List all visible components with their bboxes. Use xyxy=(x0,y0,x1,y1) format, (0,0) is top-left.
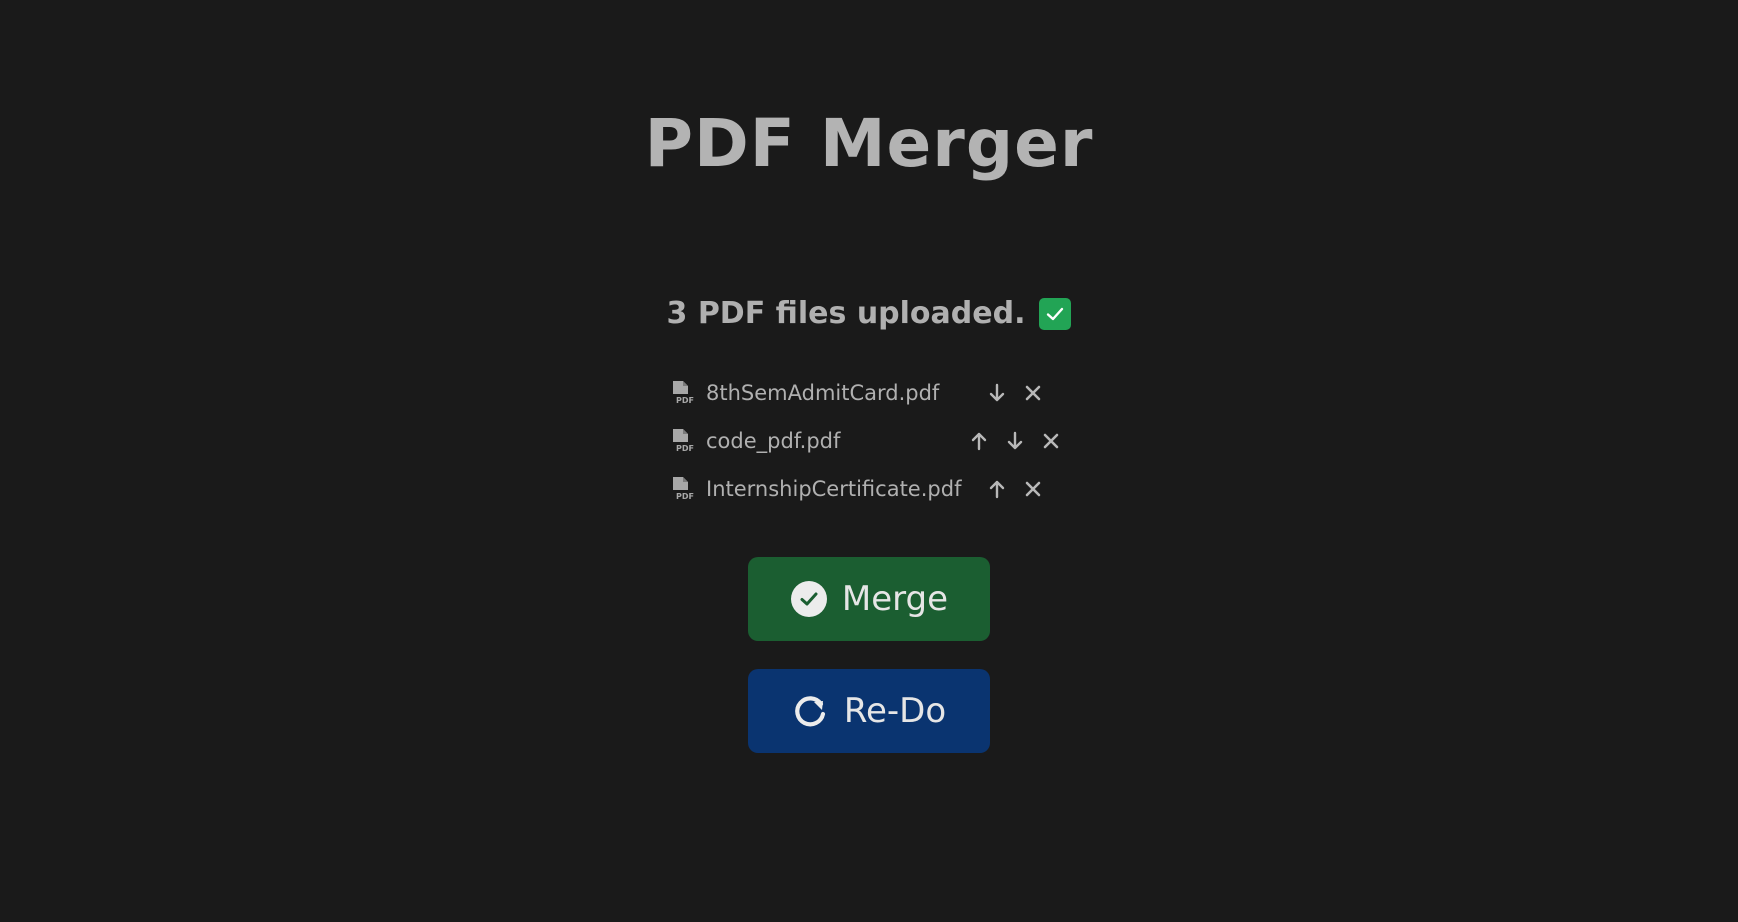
svg-text:PDF: PDF xyxy=(676,444,694,453)
merge-button[interactable]: Merge xyxy=(748,557,990,641)
arrow-down-icon xyxy=(989,383,1005,402)
move-up-button[interactable] xyxy=(983,475,1011,503)
move-down-button[interactable] xyxy=(1001,427,1029,455)
upload-status: 3 PDF files uploaded. xyxy=(0,294,1738,334)
arrow-up-icon xyxy=(989,480,1005,499)
svg-text:PDF: PDF xyxy=(676,492,694,501)
check-box-icon xyxy=(1039,298,1072,330)
file-list: PDF 8thSemAdmitCard.pdf PDF code_pdf.pdf… xyxy=(670,369,1090,513)
list-item: PDF code_pdf.pdf xyxy=(670,417,1090,465)
remove-file-button[interactable] xyxy=(1037,427,1065,455)
list-item: PDF InternshipCertificate.pdf xyxy=(670,465,1090,513)
file-actions xyxy=(983,475,1047,503)
pdf-file-icon: PDF xyxy=(670,379,696,407)
close-icon xyxy=(1025,385,1041,401)
arrow-down-icon xyxy=(1007,431,1023,450)
arrow-up-icon xyxy=(971,432,987,451)
merge-button-label: Merge xyxy=(841,579,949,619)
list-item: PDF 8thSemAdmitCard.pdf xyxy=(670,369,1090,417)
remove-file-button[interactable] xyxy=(1019,475,1047,503)
close-icon xyxy=(1025,481,1041,497)
check-circle-icon xyxy=(790,580,828,618)
move-up-button[interactable] xyxy=(965,427,993,455)
app-root: PDF Merger 3 PDF files uploaded. PDF 8th… xyxy=(0,0,1738,922)
pdf-file-icon: PDF xyxy=(670,475,696,503)
file-name: 8thSemAdmitCard.pdf xyxy=(706,381,940,405)
redo-button[interactable]: Re-Do xyxy=(748,669,990,753)
move-down-button[interactable] xyxy=(983,379,1011,407)
redo-icon xyxy=(792,692,830,730)
upload-status-text: 3 PDF files uploaded. xyxy=(666,296,1026,331)
remove-file-button[interactable] xyxy=(1019,379,1047,407)
file-name: code_pdf.pdf xyxy=(706,429,841,453)
file-actions xyxy=(983,379,1047,407)
page-title: PDF Merger xyxy=(644,105,1094,182)
redo-button-label: Re-Do xyxy=(843,691,947,731)
close-icon xyxy=(1043,433,1059,449)
pdf-file-icon: PDF xyxy=(670,427,696,455)
svg-text:PDF: PDF xyxy=(676,396,694,405)
file-name: InternshipCertificate.pdf xyxy=(706,477,962,501)
file-actions xyxy=(965,427,1065,455)
